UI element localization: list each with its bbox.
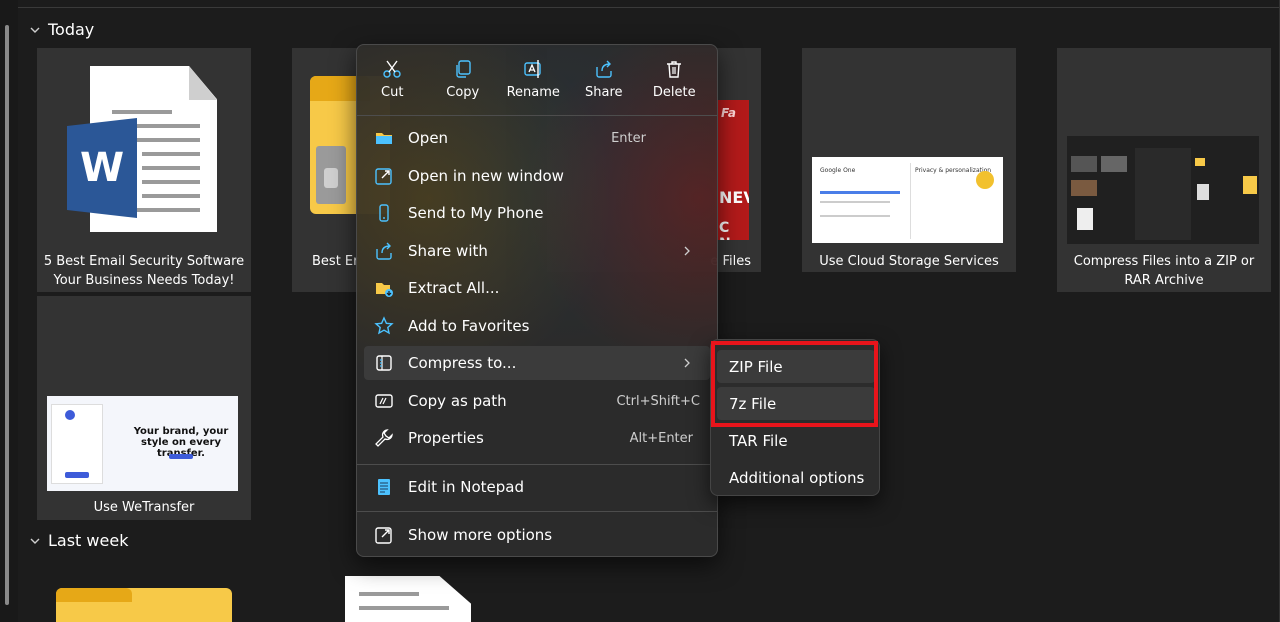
submenu-item-7z[interactable]: 7z File <box>717 387 875 420</box>
share-icon <box>596 60 612 78</box>
menu-label: Extract All... <box>408 279 500 297</box>
menu-item-copy-as-path[interactable]: Copy as path Ctrl+Shift+C <box>364 384 710 418</box>
group-header-today[interactable]: Today <box>30 20 94 39</box>
menu-label: Share with <box>408 242 488 260</box>
context-menu: Cut Copy Rename Share Delete Open Enter … <box>356 44 718 557</box>
menu-shortcut: Enter <box>611 130 646 146</box>
menu-label: Send to My Phone <box>408 204 544 222</box>
word-badge: W <box>67 118 137 218</box>
menu-label: Open <box>408 129 449 147</box>
folder-tab <box>56 588 132 602</box>
submenu-item-zip[interactable]: ZIP File <box>717 350 875 383</box>
cut-button[interactable]: Cut <box>357 45 428 115</box>
share-button[interactable]: Share <box>569 45 640 115</box>
wetransfer-screenshot: Your brand, your style on every transfer… <box>47 396 238 491</box>
word-doc-icon: W <box>37 48 251 248</box>
file-tile-compress-files[interactable]: Compress Files into a ZIP or RAR Archive <box>1057 48 1271 292</box>
file-tile-cloud-storage[interactable]: Google One Privacy & personalization Use… <box>802 48 1016 272</box>
chevron-right-icon <box>684 358 690 368</box>
file-caption: Use WeTransfer <box>93 500 195 515</box>
scrollbar-thumb[interactable] <box>5 25 9 605</box>
menu-shortcut: Alt+Enter <box>629 430 693 446</box>
copy-label: Copy <box>446 85 480 100</box>
compress-icon <box>373 352 395 374</box>
rename-label: Rename <box>506 85 560 100</box>
file-caption: 5 Best Email Security Software Your Busi… <box>43 254 245 288</box>
copy-icon <box>456 60 471 78</box>
document-icon[interactable] <box>345 576 471 622</box>
copy-button[interactable]: Copy <box>428 45 499 115</box>
menu-divider <box>357 464 717 465</box>
menu-item-show-more-options[interactable]: Show more options <box>364 518 710 552</box>
compress-submenu: ZIP File 7z File TAR File Additional opt… <box>710 339 880 496</box>
submenu-item-tar[interactable]: TAR File <box>717 424 875 457</box>
chevron-down-icon <box>30 538 40 544</box>
rename-icon <box>524 60 541 78</box>
menu-divider <box>357 115 717 116</box>
file-caption: Compress Files into a ZIP or RAR Archive <box>1073 254 1255 288</box>
scrollbar[interactable] <box>0 0 18 622</box>
menu-label: Compress to... <box>408 354 517 372</box>
submenu-item-additional-options[interactable]: Additional options <box>717 461 875 494</box>
menu-label: Show more options <box>408 526 553 544</box>
notepad-icon <box>373 476 395 498</box>
menu-item-open-new-window[interactable]: Open in new window <box>364 159 710 193</box>
open-new-window-icon <box>373 165 395 187</box>
delete-label: Delete <box>652 85 696 100</box>
menu-item-send-phone[interactable]: Send to My Phone <box>364 196 710 230</box>
menu-label: Copy as path <box>408 392 507 410</box>
wrench-icon <box>373 427 395 449</box>
star-icon <box>373 315 395 337</box>
menu-label: Edit in Notepad <box>408 478 525 496</box>
more-options-icon <box>373 524 395 546</box>
menu-label: Open in new window <box>408 167 564 185</box>
menu-divider <box>357 511 717 512</box>
menu-label: Properties <box>408 429 484 447</box>
top-divider <box>0 7 1280 8</box>
share-label: Share <box>584 85 623 100</box>
chevron-down-icon <box>30 27 40 33</box>
news-image: Fa NEV C Ne <box>715 100 749 240</box>
menu-shortcut: Ctrl+Shift+C <box>616 393 700 409</box>
extract-icon <box>373 277 395 299</box>
chevron-right-icon <box>684 246 690 256</box>
file-caption: Use Cloud Storage Services <box>819 254 999 269</box>
group-title-last-week: Last week <box>48 531 129 550</box>
group-header-last-week[interactable]: Last week <box>30 531 128 550</box>
group-title-today: Today <box>48 20 95 39</box>
copy-path-icon <box>373 390 395 412</box>
share-with-icon <box>373 240 395 262</box>
menu-item-open[interactable]: Open Enter <box>364 121 710 155</box>
scissors-icon <box>383 60 401 78</box>
google-one-screenshot: Google One Privacy & personalization <box>812 157 1003 243</box>
cut-label: Cut <box>381 85 404 100</box>
quick-actions-row: Cut Copy Rename Share Delete <box>357 45 717 115</box>
menu-item-edit-notepad[interactable]: Edit in Notepad <box>364 470 710 504</box>
rename-button[interactable]: Rename <box>498 45 569 115</box>
menu-item-properties[interactable]: Properties Alt+Enter <box>364 421 710 455</box>
menu-item-extract-all[interactable]: Extract All... <box>364 271 710 305</box>
delete-button[interactable]: Delete <box>639 45 710 115</box>
menu-item-share-with[interactable]: Share with <box>364 234 710 268</box>
menu-item-add-favorites[interactable]: Add to Favorites <box>364 309 710 343</box>
file-tile-wetransfer[interactable]: Your brand, your style on every transfer… <box>37 296 251 520</box>
menu-item-compress-to[interactable]: Compress to... <box>364 346 710 380</box>
explorer-screenshot <box>1067 136 1259 244</box>
google-one-title: Google One <box>820 167 856 174</box>
folder-open-icon <box>373 127 395 149</box>
menu-label: Add to Favorites <box>408 317 530 335</box>
trash-icon <box>667 61 682 78</box>
file-tile-email-security[interactable]: W 5 Best Email Security Software Your Bu… <box>37 48 251 292</box>
phone-icon <box>373 202 395 224</box>
